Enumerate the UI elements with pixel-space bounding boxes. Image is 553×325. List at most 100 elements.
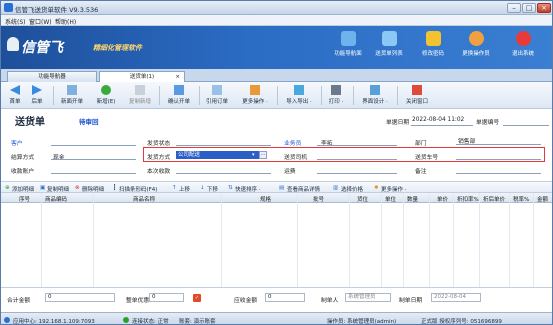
sort-icon: ⇅ [228,185,233,191]
col-price[interactable]: 单价 [437,195,448,203]
new-page-button[interactable]: 新面开单 [57,84,87,107]
checkbox-icon[interactable]: ✓ [193,294,201,302]
move-down-button[interactable]: 下移 [207,185,218,193]
exit-icon [515,31,531,46]
tab-close-icon[interactable]: × [175,72,180,82]
import-export-button[interactable]: 导入导出 · [281,84,317,107]
ship-method-select[interactable]: 公司配送 [176,151,259,159]
column-divider [509,193,510,287]
ship-status-field[interactable] [176,145,271,146]
document-tabs: 功能导航器 送货单(1) × [1,69,552,82]
column-divider [453,193,454,287]
menu-system[interactable]: 系统(S) [5,17,26,26]
col-tax[interactable]: 税率% [513,195,529,203]
minimize-button[interactable]: – [507,3,521,13]
first-button[interactable]: 首单 [5,84,25,107]
ui-design-button[interactable]: 界面设计 · [357,84,393,107]
column-divider [479,193,480,287]
app-window: 信管飞送货单软件 V9.3.536 – □ × 系统(S) 窗口(W) 帮助(H… [0,0,553,325]
title-bar: 信管飞送货单软件 V9.3.536 – □ × [1,1,552,15]
close-window-icon [412,85,422,95]
ship-status-label: 发货状态 [147,141,171,147]
switch-operator-button[interactable]: 更换操作员 [453,31,499,67]
col-amount[interactable]: 金额 [537,195,548,203]
this-receive-field[interactable] [176,173,271,174]
print-button[interactable]: 打印 · [325,84,347,107]
account-field[interactable] [51,173,136,174]
remark-field[interactable] [456,173,541,174]
column-divider [41,193,42,287]
total-label: 合计金额 [7,298,31,304]
menu-help[interactable]: 帮助(H) [55,17,76,26]
col-index[interactable]: 序号 [19,195,30,203]
vehicle-field[interactable] [456,159,541,160]
toolbar-divider [159,86,160,105]
change-password-button[interactable]: 修改密码 [410,31,456,67]
order-date-value[interactable]: 2022-08-04 11:02 [412,117,464,123]
order-no-label: 单据编号 [476,120,500,126]
maximize-button[interactable]: □ [522,3,536,13]
account-label: 收款账户 [11,169,35,175]
col-product-code[interactable]: 商品编码 [45,195,67,203]
arrow-up-icon: ↑ [172,185,177,191]
col-location[interactable]: 货位 [357,195,368,203]
status-bar: 应用中心: 192.168.1.109:7093 连接状态: 正常 账套: 演示… [1,312,552,325]
add-detail-button[interactable]: 添加明细 [12,185,34,193]
grid-more-actions-button[interactable]: 更多操作 · [381,185,407,193]
col-discount[interactable]: 折扣率% [457,195,479,203]
close-window-button[interactable]: 关闭窗口 [401,84,433,107]
salesman-line [317,145,397,146]
total-field[interactable]: 0 [45,293,115,302]
tab-navigator[interactable]: 功能导航器 [7,71,97,82]
menu-window[interactable]: 窗口(W) [29,17,52,26]
scan-barcode-button[interactable]: 扫描条形码(F4) [119,185,157,193]
app-center-status: 应用中心: 192.168.1.109:7093 [13,319,95,325]
connection-status: 连接状态: 正常 [132,319,169,325]
freight-field[interactable] [317,173,397,174]
view-product-detail-button[interactable]: 查看商品详情 [287,185,320,193]
move-up-button[interactable]: 上移 [179,185,190,193]
close-button[interactable]: × [537,3,551,13]
copy-new-button[interactable]: 复制新增 [125,84,155,107]
tab-delivery-note[interactable]: 送货单(1) × [99,71,185,82]
col-unit[interactable]: 单位 [385,195,396,203]
toolbar-divider [277,86,278,105]
app-logo-icon [4,3,13,12]
column-divider [403,193,404,287]
driver-field[interactable] [317,159,397,160]
delivery-list-button[interactable]: 送货单列表 [366,31,412,67]
quick-sort-button[interactable]: 快速排序 · [235,185,261,193]
customer-field[interactable] [51,145,136,146]
make-date-field: 2022-08-04 [431,293,481,302]
select-price-button[interactable]: 选择价格 [341,185,363,193]
chevron-down-icon[interactable]: ▾ [252,152,255,158]
exit-system-button[interactable]: 退出系统 [500,31,546,67]
add-button[interactable]: 新增(E) [91,84,121,107]
list-icon [381,31,397,46]
ship-method-more-button[interactable]: ··· [259,151,267,159]
table-header: 序号 商品编码 商品名称 规格 批号 货位 单位 数量 单价 折扣率% 折后单价… [1,193,552,203]
print-icon [331,85,341,95]
make-date-label: 制单日期 [399,298,423,304]
receivable-label: 应收金额 [234,298,258,304]
vehicle-label: 送货车号 [415,155,439,161]
order-no-field[interactable] [503,125,549,126]
col-spec[interactable]: 规格 [260,195,271,203]
discount-field[interactable]: 0 [149,293,184,302]
col-discount-price[interactable]: 折后单价 [483,195,505,203]
reference-order-button[interactable]: 引用订单 [201,84,233,107]
table-body[interactable] [1,203,552,287]
next-button[interactable]: 后单 [27,84,47,107]
action-toolbar: 首单 后单 新面开单 新增(E) 复制新增 确认开单 引用订单 更多操作 · 导… [1,82,552,109]
copy-detail-button[interactable]: 复制明细 [47,185,69,193]
receivable-field[interactable]: 0 [265,293,305,302]
col-product-name[interactable]: 商品名称 [133,195,155,203]
more-actions-button[interactable]: 更多操作 · [237,84,273,107]
delete-detail-button[interactable]: 删除明细 [82,185,104,193]
copy-icon [135,85,145,95]
connection-icon [123,317,131,324]
col-batch[interactable]: 批号 [313,195,324,203]
confirm-order-button[interactable]: 确认开单 [163,84,195,107]
col-qty[interactable]: 数量 [407,195,418,203]
nav-panel-button[interactable]: 功能导航面 [325,31,371,67]
